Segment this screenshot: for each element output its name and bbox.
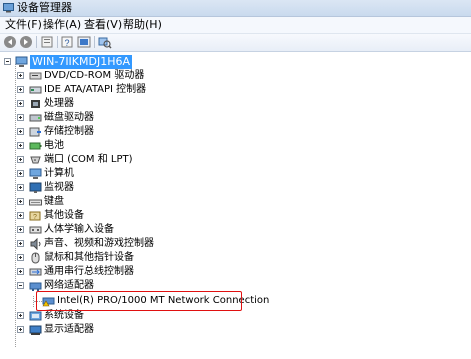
expand-toggle[interactable] xyxy=(17,268,24,275)
expand-toggle[interactable] xyxy=(17,226,24,233)
svg-text:?: ? xyxy=(33,214,37,221)
title-bar: 设备管理器 xyxy=(0,0,471,17)
tree-category-computer[interactable]: 计算机 xyxy=(0,167,471,181)
expand-toggle[interactable] xyxy=(17,312,24,319)
help-icon[interactable]: ? xyxy=(60,35,74,49)
category-label: 处理器 xyxy=(44,98,74,109)
expand-toggle[interactable] xyxy=(17,128,24,135)
category-label: 端口 (COM 和 LPT) xyxy=(44,154,133,165)
expand-toggle[interactable] xyxy=(17,254,24,261)
category-label: 人体学输入设备 xyxy=(44,224,114,235)
battery-icon xyxy=(29,142,42,150)
collapse-root-toggle[interactable] xyxy=(4,58,11,65)
menu-action[interactable]: 操作(A) xyxy=(41,18,83,32)
ide-controller-icon xyxy=(29,86,42,94)
keyboard-icon xyxy=(29,199,42,206)
scan-hardware-icon[interactable] xyxy=(98,35,112,49)
category-label: 电池 xyxy=(44,140,64,151)
tree-category-battery[interactable]: 电池 xyxy=(0,139,471,153)
toolbar: ? xyxy=(0,34,471,52)
expand-toggle[interactable] xyxy=(17,100,24,107)
storage-controller-icon xyxy=(29,127,41,137)
tree-category-disk[interactable]: 磁盘驱动器 xyxy=(0,111,471,125)
menu-bar: 文件(F) 操作(A) 查看(V) 帮助(H) xyxy=(0,17,471,34)
tree-category-port[interactable]: 端口 (COM 和 LPT) xyxy=(0,153,471,167)
disk-drive-icon xyxy=(29,114,42,122)
menu-file[interactable]: 文件(F) xyxy=(3,18,44,32)
device-manager-icon xyxy=(3,3,14,13)
tree-category-keyboard[interactable]: 键盘 xyxy=(0,195,471,209)
tree-root-row[interactable]: WIN-7IIKMDJ1H6A xyxy=(0,55,471,69)
expand-toggle[interactable] xyxy=(17,156,24,163)
monitor-icon xyxy=(29,182,42,193)
category-label: 声音、视频和游戏控制器 xyxy=(44,238,154,249)
tree-category-display[interactable]: 显示适配器 xyxy=(0,323,471,337)
category-label: 计算机 xyxy=(44,168,74,179)
category-label: 系统设备 xyxy=(44,310,84,321)
properties-icon[interactable] xyxy=(40,35,54,49)
tree-category-other[interactable]: ? 其他设备 xyxy=(0,209,471,223)
tree-category-mouse[interactable]: 鼠标和其他指针设备 xyxy=(0,251,471,265)
port-icon xyxy=(30,156,41,164)
tree-category-dvd[interactable]: DVD/CD-ROM 驱动器 xyxy=(0,69,471,83)
tree-category-processor[interactable]: 处理器 xyxy=(0,97,471,111)
dvd-drive-icon xyxy=(29,72,42,80)
toolbar-separator xyxy=(94,36,95,48)
expand-toggle[interactable] xyxy=(17,142,24,149)
tree-category-storage[interactable]: 存储控制器 xyxy=(0,125,471,139)
category-label: 其他设备 xyxy=(44,210,84,221)
display-adapter-icon xyxy=(29,325,42,335)
processor-icon xyxy=(31,100,40,108)
menu-view[interactable]: 查看(V) xyxy=(82,18,124,32)
expand-toggle[interactable] xyxy=(17,240,24,247)
category-label: 显示适配器 xyxy=(44,324,94,335)
category-label: 通用串行总线控制器 xyxy=(44,266,134,277)
expand-toggle[interactable] xyxy=(17,326,24,333)
other-devices-icon: ? xyxy=(29,211,41,221)
tree-category-sound[interactable]: 声音、视频和游戏控制器 xyxy=(0,237,471,251)
toolbar-separator xyxy=(36,36,37,48)
toolbar-separator xyxy=(57,36,58,48)
device-manager-window: 设备管理器 文件(F) 操作(A) 查看(V) 帮助(H) ? WIN-7IIK… xyxy=(0,0,471,359)
category-label: IDE ATA/ATAPI 控制器 xyxy=(44,84,147,95)
mouse-icon xyxy=(31,252,40,264)
tree-category-monitor[interactable]: 监视器 xyxy=(0,181,471,195)
expand-toggle[interactable] xyxy=(17,212,24,219)
computer-icon xyxy=(29,168,42,179)
sound-icon xyxy=(30,238,41,250)
expand-toggle[interactable] xyxy=(17,170,24,177)
category-label: 鼠标和其他指针设备 xyxy=(44,252,134,263)
tree-category-usb[interactable]: 通用串行总线控制器 xyxy=(0,265,471,279)
computer-icon xyxy=(15,56,28,67)
tree-category-hid[interactable]: 人体学输入设备 xyxy=(0,223,471,237)
category-label: 键盘 xyxy=(44,196,64,207)
system-devices-icon xyxy=(29,311,42,321)
expand-toggle[interactable] xyxy=(17,198,24,205)
forward-icon[interactable] xyxy=(19,35,33,49)
menu-help[interactable]: 帮助(H) xyxy=(121,18,164,32)
expand-toggle[interactable] xyxy=(17,86,24,93)
device-tree: WIN-7IIKMDJ1H6A DVD/CD-ROM 驱动器 IDE ATA/A… xyxy=(0,52,471,359)
category-label: DVD/CD-ROM 驱动器 xyxy=(44,70,145,81)
category-label: 监视器 xyxy=(44,182,74,193)
expand-toggle[interactable] xyxy=(17,72,24,79)
window-title: 设备管理器 xyxy=(17,1,72,14)
category-label: 存储控制器 xyxy=(44,126,94,137)
highlight-annotation xyxy=(36,291,242,311)
usb-icon xyxy=(29,268,42,276)
show-hidden-icon[interactable] xyxy=(77,35,91,49)
collapse-toggle[interactable] xyxy=(17,282,24,289)
back-icon[interactable] xyxy=(3,35,17,49)
expand-toggle[interactable] xyxy=(17,114,24,121)
category-label: 磁盘驱动器 xyxy=(44,112,94,123)
tree-category-system[interactable]: 系统设备 xyxy=(0,309,471,323)
tree-category-ide[interactable]: IDE ATA/ATAPI 控制器 xyxy=(0,83,471,97)
expand-toggle[interactable] xyxy=(17,184,24,191)
computer-name[interactable]: WIN-7IIKMDJ1H6A xyxy=(30,55,133,69)
hid-icon xyxy=(29,226,42,234)
svg-text:?: ? xyxy=(64,38,69,48)
